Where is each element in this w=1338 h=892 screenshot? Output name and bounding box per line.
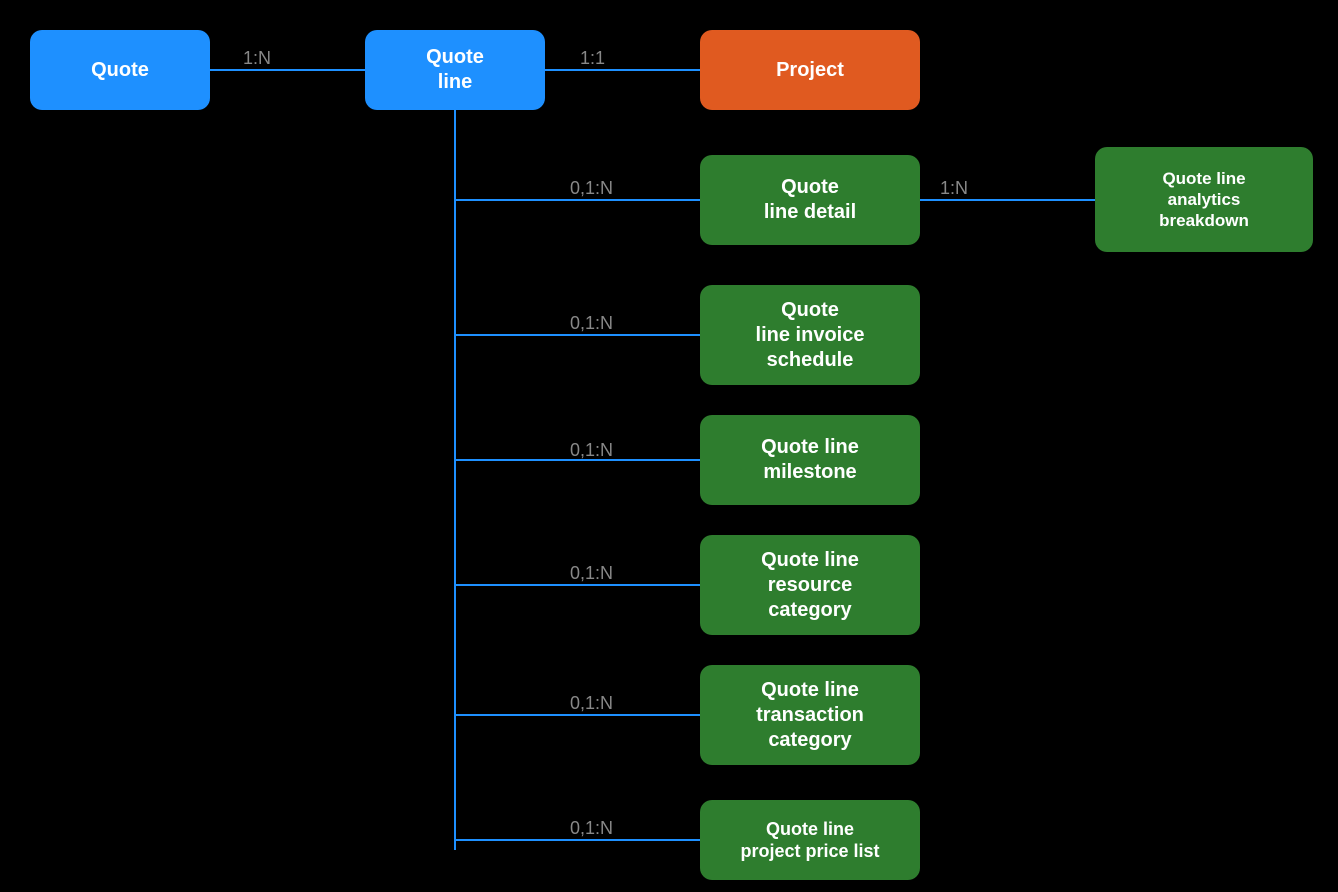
diagram: Quote 1:N Quote line 1:1 Project 0,1:N Q…: [0, 0, 1338, 892]
node-quoteline-resource-label: Quote line resource category: [761, 548, 859, 623]
node-quoteline-projectpl: Quote line project price list: [700, 800, 920, 880]
rel-quoteline-invoice: 0,1:N: [570, 313, 613, 334]
rel-quoteline-detail: 0,1:N: [570, 178, 613, 199]
connector-layer: [0, 0, 1338, 892]
node-quoteline-transaction-label: Quote line transaction category: [756, 678, 864, 753]
node-quoteline: Quote line: [365, 30, 545, 110]
node-quoteline-transaction: Quote line transaction category: [700, 665, 920, 765]
rel-quoteline-transaction: 0,1:N: [570, 693, 613, 714]
node-quoteline-analytics-label: Quote line analytics breakdown: [1159, 168, 1249, 232]
rel-quoteline-resource: 0,1:N: [570, 563, 613, 584]
node-quoteline-projectpl-label: Quote line project price list: [740, 818, 879, 863]
rel-detail-analytics: 1:N: [940, 178, 968, 199]
node-quoteline-invoice-label: Quote line invoice schedule: [756, 298, 865, 373]
node-quoteline-detail-label: Quote line detail: [764, 175, 856, 225]
node-project-label: Project: [776, 58, 844, 83]
node-quoteline-milestone: Quote line milestone: [700, 415, 920, 505]
rel-quoteline-projectpl: 0,1:N: [570, 818, 613, 839]
rel-quote-quoteline: 1:N: [243, 48, 271, 69]
node-quoteline-invoice: Quote line invoice schedule: [700, 285, 920, 385]
node-quoteline-label: Quote line: [426, 45, 484, 95]
node-quoteline-resource: Quote line resource category: [700, 535, 920, 635]
node-quote-label: Quote: [91, 58, 149, 83]
node-quoteline-milestone-label: Quote line milestone: [761, 435, 859, 485]
node-quote: Quote: [30, 30, 210, 110]
rel-quoteline-project: 1:1: [580, 48, 605, 69]
node-quoteline-analytics: Quote line analytics breakdown: [1095, 147, 1313, 252]
node-project: Project: [700, 30, 920, 110]
node-quoteline-detail: Quote line detail: [700, 155, 920, 245]
rel-quoteline-milestone: 0,1:N: [570, 440, 613, 461]
